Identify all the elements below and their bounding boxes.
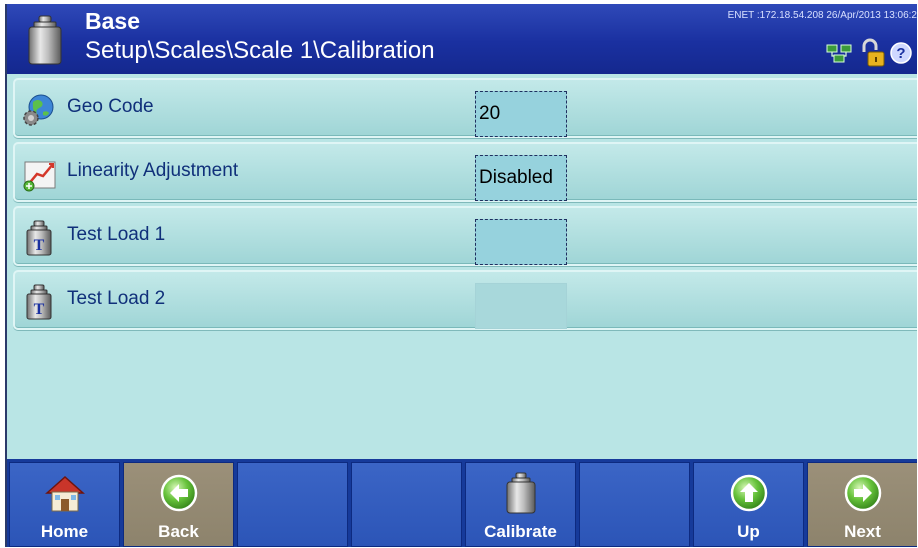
row-label: Test Load 1 (67, 224, 166, 245)
calibrate-label: Calibrate (484, 522, 557, 541)
status-icons: ? (825, 38, 913, 68)
up-arrow-icon (730, 474, 767, 512)
test-load-1-field[interactable] (475, 219, 567, 265)
home-label: Home (40, 522, 89, 541)
up-button[interactable]: Up (693, 462, 804, 547)
up-label: Up (737, 522, 760, 541)
help-icon[interactable]: ? (889, 41, 913, 65)
back-button[interactable]: Back (123, 462, 234, 547)
terminal-screen: Base Setup\Scales\Scale 1\Calibration EN… (5, 4, 917, 547)
next-arrow-icon (844, 474, 881, 512)
app-title: Base (85, 8, 140, 34)
back-arrow-icon (160, 474, 197, 512)
lock-icon (862, 38, 885, 67)
softkey-empty-4[interactable] (351, 462, 462, 547)
softkey-bar: Home Back Calibrate Up Next (7, 459, 917, 547)
calibration-weight-icon (506, 472, 535, 514)
next-button[interactable]: Next (807, 462, 917, 547)
row-label: Test Load 2 (67, 288, 166, 309)
geo-code-field[interactable]: 20 (475, 91, 567, 137)
globe-gear-icon (23, 94, 54, 126)
network-icon (826, 44, 852, 63)
row-label: Geo Code (67, 96, 154, 117)
test-weight-icon: T (26, 220, 52, 256)
home-icon (44, 475, 85, 512)
network-status-text: ENET :172.18.54.208 26/Apr/2013 13:06:2 (727, 10, 917, 21)
linearity-adjustment-field[interactable]: Disabled (475, 155, 567, 201)
row-test-load-1: T Test Load 1 (13, 206, 917, 266)
scale-icon (28, 15, 62, 65)
next-label: Next (844, 522, 881, 541)
row-test-load-2: T Test Load 2 (13, 270, 917, 330)
row-label: Linearity Adjustment (67, 160, 239, 181)
test-load-2-field[interactable] (475, 283, 567, 329)
row-linearity-adjustment: Linearity Adjustment Disabled (13, 142, 917, 202)
test-weight-icon: T (26, 284, 52, 320)
linearity-chart-icon (23, 161, 56, 192)
softkey-empty-6[interactable] (579, 462, 690, 547)
softkey-empty-3[interactable] (237, 462, 348, 547)
calibrate-button[interactable]: Calibrate (465, 462, 576, 547)
svg-text:T: T (34, 301, 45, 318)
svg-text:?: ? (896, 45, 905, 62)
back-label: Back (158, 522, 199, 541)
home-button[interactable]: Home (9, 462, 120, 547)
svg-text:T: T (34, 237, 45, 254)
breadcrumb: Setup\Scales\Scale 1\Calibration (85, 37, 435, 64)
title-bar: Base Setup\Scales\Scale 1\Calibration EN… (7, 4, 917, 74)
row-geo-code: Geo Code 20 (13, 78, 917, 138)
